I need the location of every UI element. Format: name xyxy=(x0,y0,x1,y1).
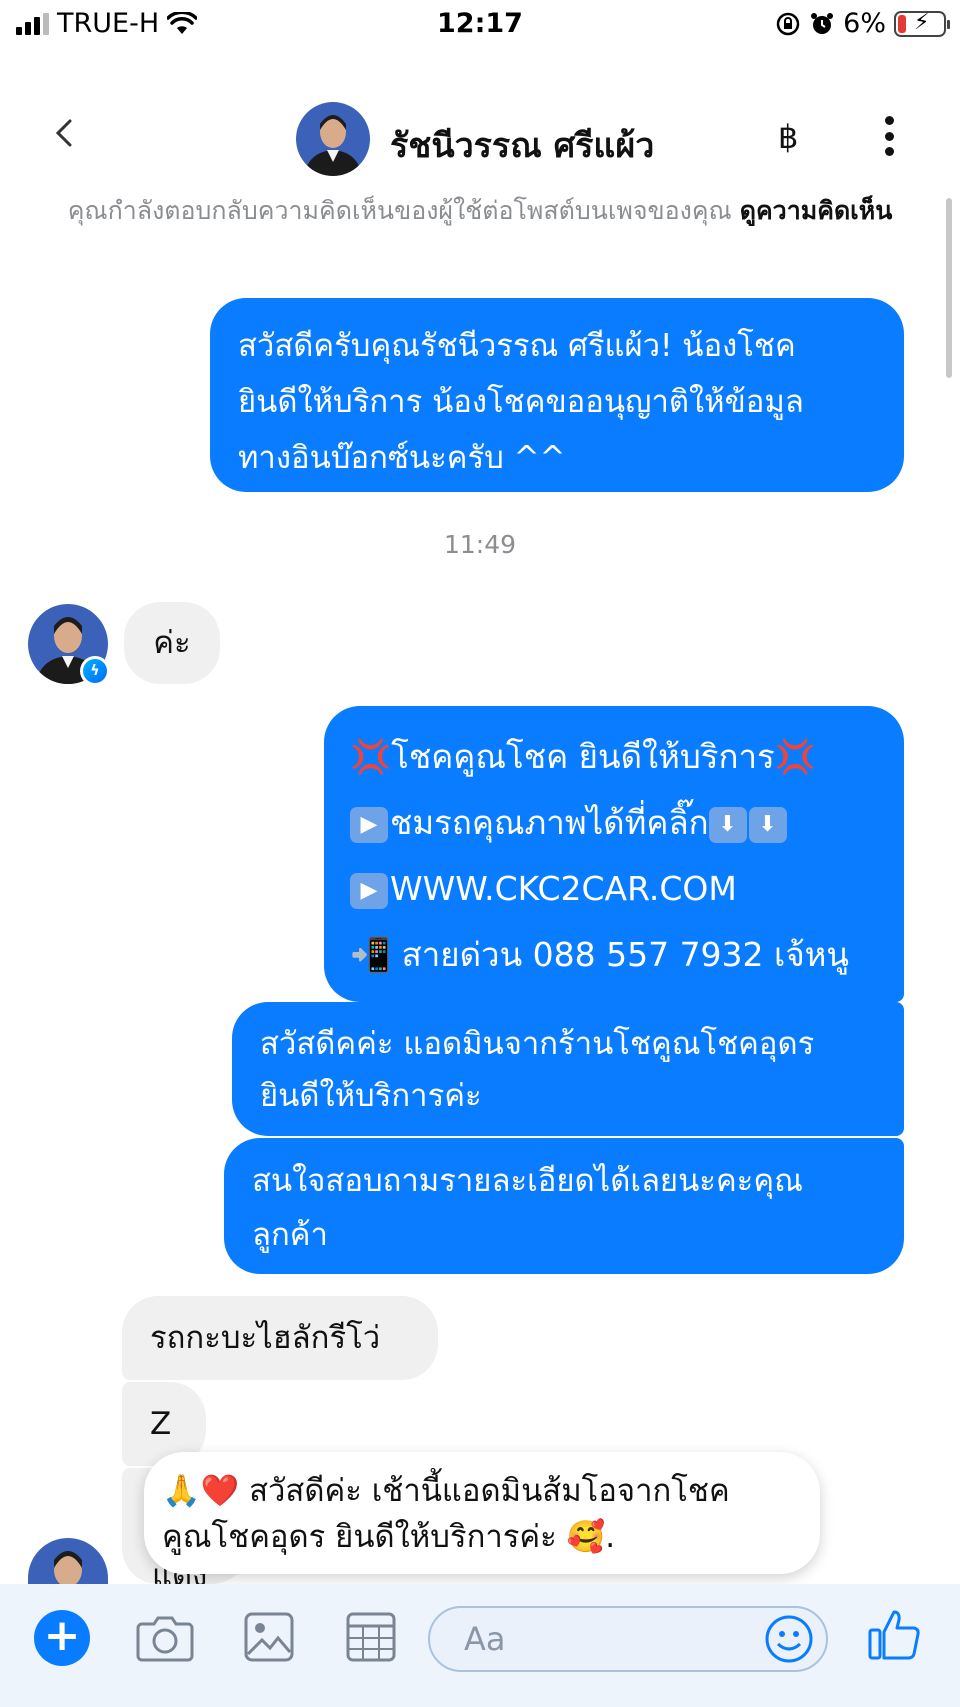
plus-icon[interactable]: + xyxy=(34,1610,90,1666)
status-bar: TRUE-H 12:17 6% ⚡ xyxy=(0,0,960,50)
message-line: ลูกค้า xyxy=(252,1217,328,1253)
battery-percent: 6% xyxy=(843,8,886,39)
message-incoming[interactable]: รถกะบะไฮลักรีโว่ xyxy=(122,1296,438,1380)
scrollbar[interactable] xyxy=(946,198,952,378)
message-outgoing[interactable]: สวัสดีคค่ะ แอดมินจากร้านโชคูณโชคอุดร ยิน… xyxy=(232,1002,904,1136)
message-line: ยินดีให้บริการค่ะ xyxy=(260,1078,482,1114)
message-outgoing[interactable]: สวัสดีครับคุณรัชนีวรรณ ศรีแผ้ว! น้องโชค … xyxy=(210,298,904,492)
reply-notice: คุณกำลังตอบกลับความคิดเห็นของผู้ใช้ต่อโพ… xyxy=(20,192,940,230)
message-line: ทางอินบ๊อกซ์นะครับ ^^ xyxy=(238,440,566,476)
message-line: 💢โชคคูณโชค ยินดีให้บริการ💢 xyxy=(350,737,816,776)
anger-icon: 💢 xyxy=(350,737,392,776)
message-line: ▶ WWW.CKC2CAR.COM xyxy=(350,856,878,922)
message-line: 📲 สายด่วน 088 557 7932 เจ้หนู xyxy=(350,935,849,974)
message-outgoing[interactable]: สนใจสอบถามรายละเอียดได้เลยนะคะคุณ ลูกค้า xyxy=(224,1138,904,1274)
battery-icon: ⚡ xyxy=(894,10,950,37)
arrow-down-icon: ⬇ xyxy=(748,806,787,843)
heart-icon: ❤️ xyxy=(200,1473,240,1509)
message-line: สวัสดีคค่ะ แอดมินจากร้านโชคูณโชคอุดร xyxy=(260,1026,815,1062)
preview-line: คูณโชคอุดร ยินดีให้บริการค่ะ 🥰. xyxy=(162,1519,616,1555)
more-vertical-icon[interactable] xyxy=(882,116,896,156)
grid-icon[interactable] xyxy=(342,1610,400,1664)
message-line: สวัสดีครับคุณรัชนีวรรณ ศรีแผ้ว! น้องโชค xyxy=(238,328,796,364)
contact-name[interactable]: รัชนีวรรณ ศรีแผ้ว xyxy=(390,118,654,172)
status-right: 6% ⚡ xyxy=(775,8,950,39)
preview-line: 🙏❤️ สวัสดีค่ะ เช้านี้แอดมินส้มโอจากโชค xyxy=(162,1473,730,1509)
arrow-down-icon: ⬇ xyxy=(708,806,747,843)
message-composer: + Aa xyxy=(0,1584,960,1707)
conversation-header: รัชนีวรรณ ศรีแผ้ว ฿ xyxy=(0,90,960,180)
baht-icon[interactable]: ฿ xyxy=(778,118,798,156)
message-text: รถกะบะไฮลักรีโว่ xyxy=(150,1320,381,1356)
message-line: ยินดีให้บริการ น้องโชคขออนุญาติให้ข้อมูล xyxy=(238,384,804,420)
phone-icon: 📲 xyxy=(350,935,392,974)
message-text: ค่ะ xyxy=(153,625,191,661)
anger-icon: 💢 xyxy=(774,737,816,776)
pray-icon: 🙏 xyxy=(162,1473,201,1509)
view-comment-link[interactable]: ดูความคิดเห็น xyxy=(740,196,893,225)
message-text: Z xyxy=(150,1406,172,1442)
alarm-icon xyxy=(811,12,834,34)
timestamp: 11:49 xyxy=(443,530,517,559)
thumbs-up-icon[interactable] xyxy=(866,1606,922,1662)
notice-text: คุณกำลังตอบกลับความคิดเห็นของผู้ใช้ต่อโพ… xyxy=(67,196,732,225)
camera-icon[interactable] xyxy=(136,1610,194,1664)
sender-avatar[interactable] xyxy=(28,1538,108,1584)
chevron-left-icon[interactable] xyxy=(50,118,80,148)
messenger-badge-icon: ϟ xyxy=(80,656,110,686)
play-icon: ▶ xyxy=(350,872,388,909)
contact-avatar[interactable] xyxy=(296,102,370,176)
smiling-hearts-icon: 🥰 xyxy=(566,1519,606,1555)
website-link[interactable]: WWW.CKC2CAR.COM xyxy=(390,869,737,908)
new-message-preview[interactable]: 🙏❤️ สวัสดีค่ะ เช้านี้แอดมินส้มโอจากโชค ค… xyxy=(144,1452,820,1574)
message-line: ▶ ชมรถคุณภาพได้ที่คลิ๊ก ⬇ ⬇ xyxy=(350,790,878,856)
rotation-lock-icon xyxy=(776,12,800,35)
message-outgoing[interactable]: 💢โชคคูณโชค ยินดีให้บริการ💢 ▶ ชมรถคุณภาพได… xyxy=(324,706,904,1002)
play-icon: ▶ xyxy=(350,806,388,843)
message-line: สนใจสอบถามรายละเอียดได้เลยนะคะคุณ xyxy=(252,1163,803,1199)
smiley-icon[interactable] xyxy=(764,1614,814,1664)
message-incoming[interactable]: ค่ะ xyxy=(124,602,220,684)
gallery-icon[interactable] xyxy=(240,1610,298,1664)
